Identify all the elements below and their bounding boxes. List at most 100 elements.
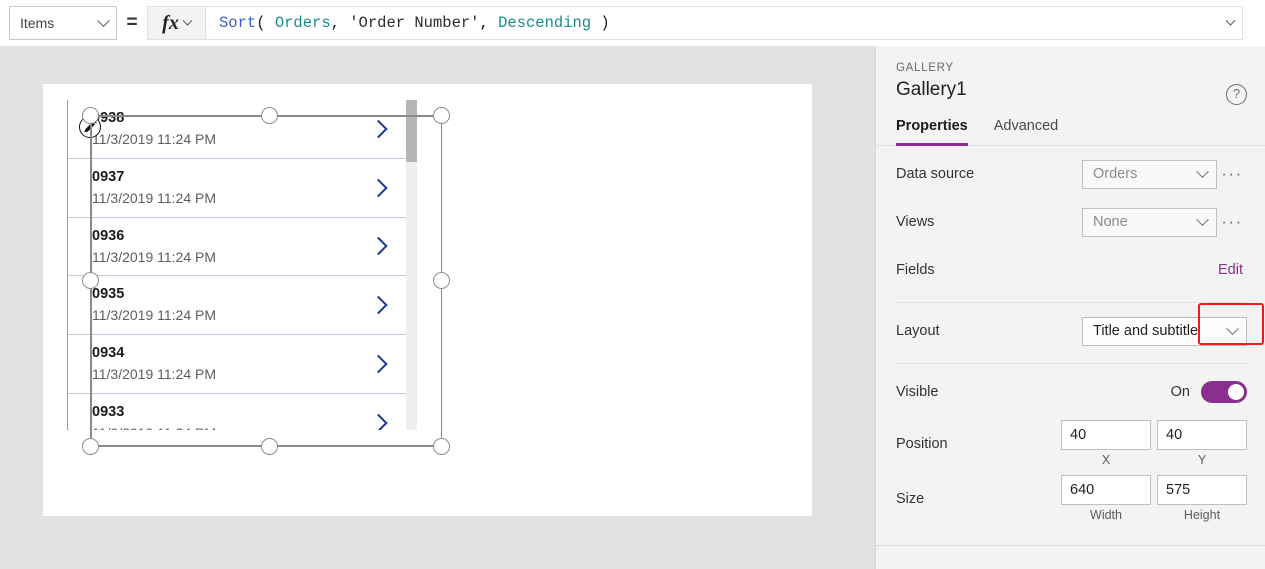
row-fields: Fields Edit xyxy=(896,250,1247,290)
gallery-item-title: 0938 xyxy=(92,110,125,126)
size-height-input[interactable]: 575 xyxy=(1157,475,1247,505)
position-y-cell: 40 Y xyxy=(1157,420,1247,467)
data-source-dropdown[interactable]: Orders xyxy=(1082,159,1217,189)
visible-toggle-group: On xyxy=(1171,381,1247,403)
section-divider xyxy=(896,363,1247,364)
resize-handle-bottom-left[interactable] xyxy=(82,438,99,455)
gallery-item-subtitle: 11/3/2019 11:24 PM xyxy=(92,366,217,383)
formula-token: ( xyxy=(256,14,275,32)
panel-header: GALLERY Gallery1 ? xyxy=(876,46,1265,105)
position-x-input[interactable]: 40 xyxy=(1061,420,1151,450)
layout-value: Title and subtitle xyxy=(1093,323,1199,339)
data-source-label: Data source xyxy=(896,166,975,182)
formula-token: , xyxy=(330,14,350,32)
formula-token: Orders xyxy=(274,14,331,32)
row-layout: Layout Title and subtitle xyxy=(896,311,1247,351)
row-data-source: Data source Orders ··· xyxy=(896,154,1247,194)
gallery-item-title: 0937 xyxy=(92,168,125,185)
formula-text: Sort( Orders, 'Order Number', Descending… xyxy=(219,14,610,32)
formula-input[interactable]: Sort( Orders, 'Order Number', Descending… xyxy=(205,6,1243,40)
panel-tabs: Properties Advanced xyxy=(876,118,1265,146)
panel-control-name: Gallery1 xyxy=(896,79,967,100)
app-screen[interactable]: 0938 11/3/2019 11:24 PM 0937 11/3/2019 1… xyxy=(43,84,812,516)
chevron-down-icon xyxy=(1196,164,1209,178)
size-label: Size xyxy=(896,490,925,507)
gallery-item-subtitle: 11/3/2019 11:24 PM xyxy=(92,422,417,430)
gallery-control[interactable]: 0938 11/3/2019 11:24 PM 0937 11/3/2019 1… xyxy=(67,100,450,455)
chevron-down-icon xyxy=(1226,321,1239,335)
gallery-item-title: 0933 xyxy=(92,403,125,420)
selection-edge-right xyxy=(440,116,442,446)
gallery-item[interactable]: 0934 11/3/2019 11:24 PM xyxy=(68,335,417,394)
formula-token: Sort xyxy=(219,14,257,32)
layout-label: Layout xyxy=(896,323,940,339)
powerapps-studio: Items = fx Sort( Orders, 'Order Number',… xyxy=(0,0,1265,569)
selection-edge-bottom xyxy=(91,445,441,447)
fx-button[interactable]: fx xyxy=(147,6,205,40)
row-size: Size 640 Width 575 Height xyxy=(896,475,1247,522)
fields-edit-link[interactable]: Edit xyxy=(1214,260,1247,280)
gallery-item[interactable]: 0937 11/3/2019 11:24 PM xyxy=(68,159,417,218)
gallery-item[interactable]: 0938 11/3/2019 11:24 PM xyxy=(68,100,417,159)
help-icon[interactable]: ? xyxy=(1226,84,1247,105)
gallery-item-title: 0935 xyxy=(92,286,125,303)
panel-bottom-divider xyxy=(876,545,1265,546)
gallery-scrollbar-thumb[interactable] xyxy=(406,100,417,162)
row-position: Position 40 X 40 Y xyxy=(896,420,1247,467)
formula-bar: Items = fx Sort( Orders, 'Order Number',… xyxy=(0,0,1265,46)
resize-handle-middle-right[interactable] xyxy=(433,272,450,289)
gallery-item-subtitle: 11/3/2019 11:24 PM xyxy=(92,131,217,147)
visible-label: Visible xyxy=(896,384,939,400)
chevron-down-icon xyxy=(1196,212,1209,226)
size-width-input[interactable]: 640 xyxy=(1061,475,1151,505)
gallery-item-subtitle: 11/3/2019 11:24 PM xyxy=(92,248,217,265)
gallery-item[interactable]: 0933 11/3/2019 11:24 PM xyxy=(68,394,417,430)
toggle-knob xyxy=(1228,384,1244,400)
section-divider xyxy=(896,302,1247,303)
chevron-down-icon xyxy=(97,13,110,27)
views-more-button[interactable]: ··· xyxy=(1217,213,1247,230)
visible-state-label: On xyxy=(1170,384,1190,400)
position-inputs: 40 X 40 Y xyxy=(1061,420,1247,467)
property-selector-dropdown[interactable]: Items xyxy=(9,6,117,40)
position-x-caption: X xyxy=(1101,453,1111,467)
gallery-viewport[interactable]: 0938 11/3/2019 11:24 PM 0937 11/3/2019 1… xyxy=(67,100,417,430)
data-source-more-button[interactable]: ··· xyxy=(1217,165,1247,182)
visible-toggle[interactable] xyxy=(1201,381,1247,403)
size-height-cell: 575 Height xyxy=(1157,475,1247,522)
layout-dropdown[interactable]: Title and subtitle xyxy=(1082,316,1247,346)
resize-handle-bottom-right[interactable] xyxy=(433,438,450,455)
position-y-input[interactable]: 40 xyxy=(1157,420,1247,450)
design-canvas[interactable]: 0938 11/3/2019 11:24 PM 0937 11/3/2019 1… xyxy=(0,46,875,569)
resize-handle-bottom-center[interactable] xyxy=(261,438,278,455)
tab-advanced[interactable]: Advanced xyxy=(994,118,1059,146)
data-source-value: Orders xyxy=(1093,166,1138,182)
size-height-caption: Height xyxy=(1183,508,1221,522)
gallery-item-subtitle: 11/3/2019 11:24 PM xyxy=(92,307,217,324)
resize-handle-top-right[interactable] xyxy=(433,107,450,124)
formula-token: 'Order Number' xyxy=(349,14,480,32)
views-value: None xyxy=(1093,214,1128,230)
property-selector-value: Items xyxy=(20,15,55,31)
row-views: Views None ··· xyxy=(896,202,1247,242)
properties-panel: GALLERY Gallery1 ? Properties Advanced D… xyxy=(875,46,1265,569)
views-label: Views xyxy=(896,214,935,230)
formula-token: ) xyxy=(591,14,610,32)
properties-list: Data source Orders ··· Views None ··· Fi… xyxy=(876,154,1265,522)
gallery-item-title: 0936 xyxy=(92,227,125,244)
tab-properties[interactable]: Properties xyxy=(896,118,968,146)
formula-token: Descending xyxy=(498,14,592,32)
gallery-item[interactable]: 0935 11/3/2019 11:24 PM xyxy=(68,276,417,336)
gallery-item[interactable]: 0936 11/3/2019 11:24 PM xyxy=(68,218,417,277)
fields-label: Fields xyxy=(896,262,935,278)
position-x-cell: 40 X xyxy=(1061,420,1151,467)
equals-sign: = xyxy=(126,12,138,33)
views-dropdown[interactable]: None xyxy=(1082,207,1217,237)
formula-token: , xyxy=(479,14,499,32)
formula-expand-chevron-icon[interactable] xyxy=(1225,15,1236,26)
position-label: Position xyxy=(896,435,948,452)
size-inputs: 640 Width 575 Height xyxy=(1061,475,1247,522)
gallery-scrollbar[interactable] xyxy=(406,100,417,430)
gallery-item-subtitle: 11/3/2019 11:24 PM xyxy=(92,189,217,206)
edit-pencil-icon[interactable] xyxy=(79,116,101,138)
